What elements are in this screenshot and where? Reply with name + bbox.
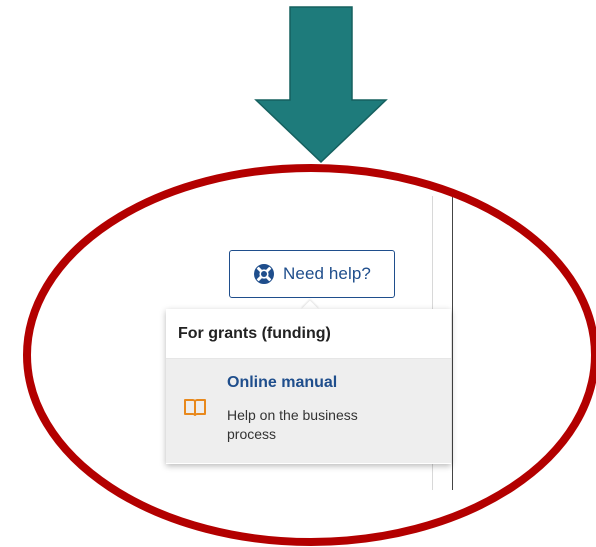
panel-border <box>452 196 453 490</box>
online-manual-link[interactable]: Online manual <box>227 374 337 392</box>
dropdown-header: For grants (funding) <box>166 309 451 359</box>
book-icon <box>184 399 206 416</box>
help-dropdown-menu: For grants (funding) Online manual Help … <box>166 309 451 464</box>
arrow-down-icon <box>254 6 388 164</box>
screenshot-stage: Need help? For grants (funding) Online m… <box>0 0 596 547</box>
menu-item-online-manual[interactable]: Online manual Help on the business proce… <box>166 359 451 463</box>
online-manual-description: Help on the business process <box>227 407 358 442</box>
need-help-button[interactable]: Need help? <box>229 250 395 298</box>
need-help-label: Need help? <box>283 264 371 283</box>
lifebuoy-icon <box>254 264 275 284</box>
